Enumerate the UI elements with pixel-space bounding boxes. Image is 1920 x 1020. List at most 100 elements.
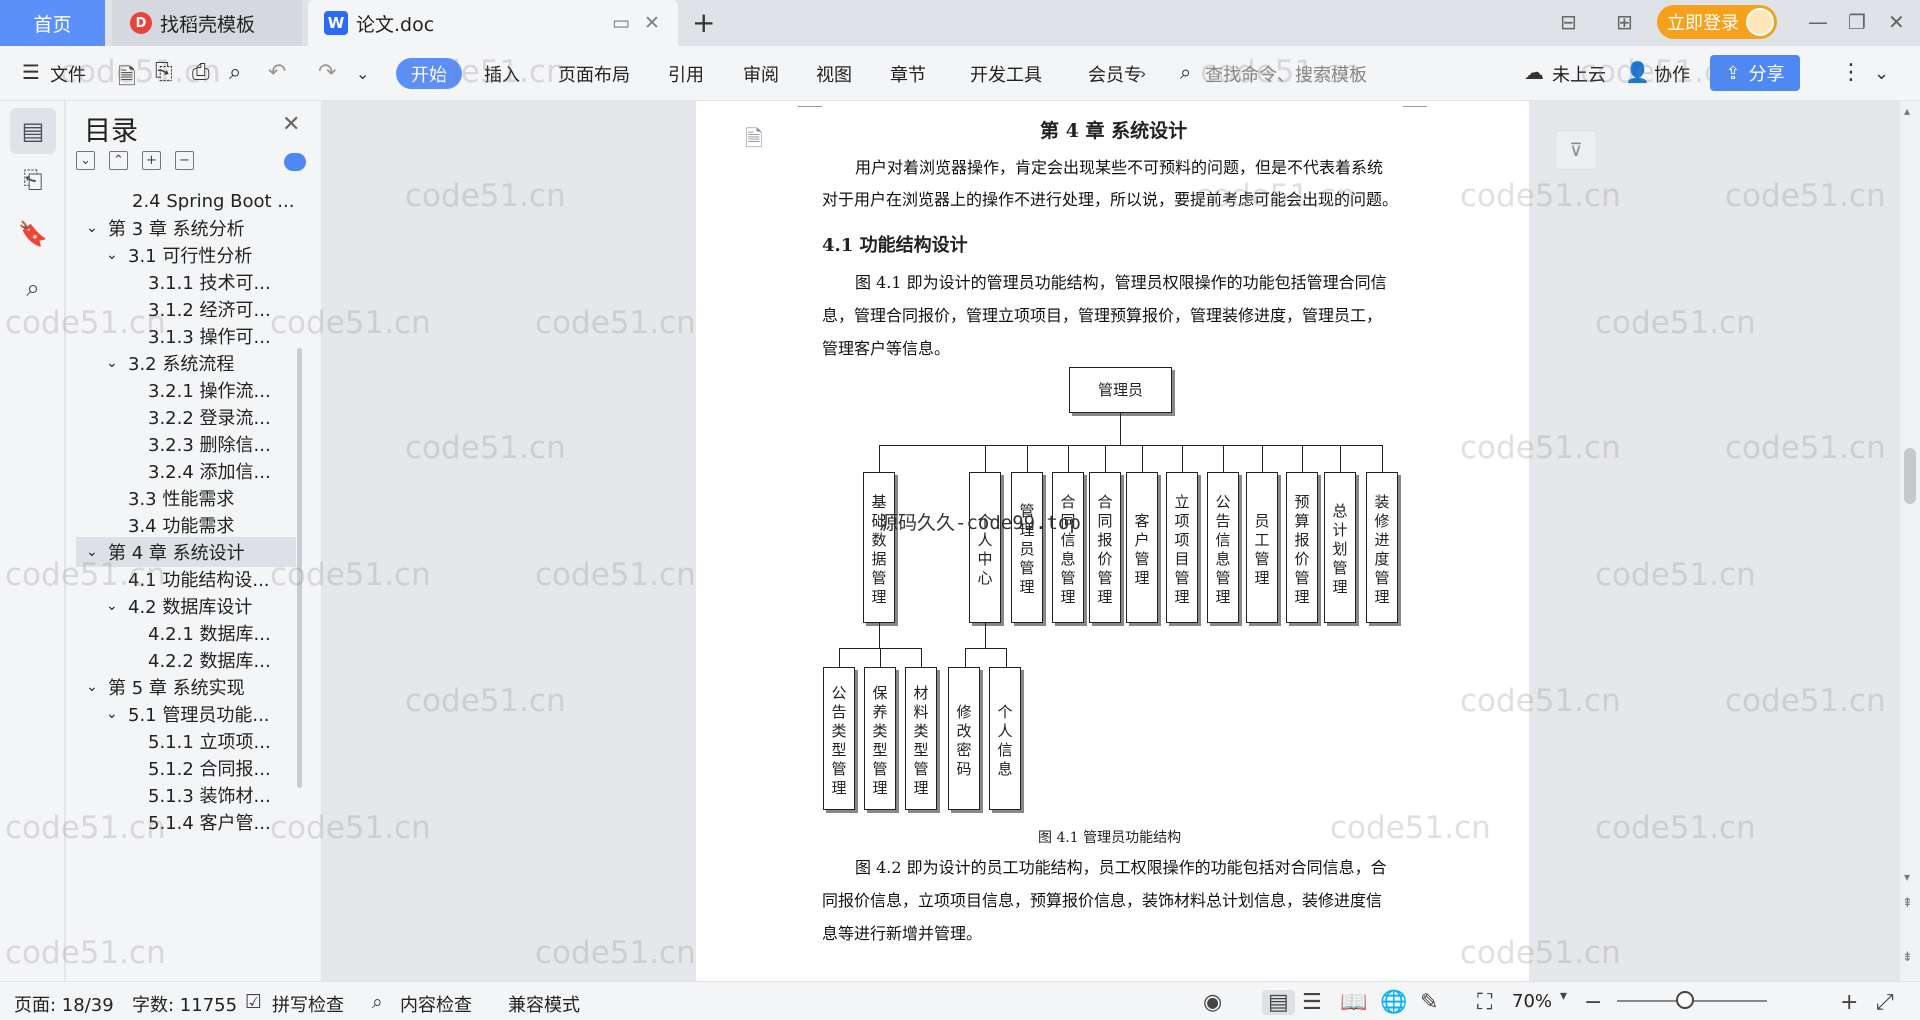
outline-item[interactable]: ⌄ 第 5 章 系统实现 — [70, 672, 302, 702]
outline-item[interactable]: 3.2.4 添加信... — [70, 456, 302, 486]
content-check-button[interactable]: 内容检查 — [400, 991, 472, 1017]
chevron-down-icon[interactable]: ⌄ — [86, 220, 108, 236]
outline-item[interactable]: 3.1.1 技术可... — [70, 267, 302, 297]
chevron-down-icon[interactable]: ⌄ — [106, 355, 128, 371]
expand-all-icon[interactable]: ⌄ — [76, 151, 95, 170]
page-counter[interactable]: 页面: 18/39 — [14, 991, 114, 1017]
tab-home[interactable]: 首页 — [0, 0, 105, 46]
tab-member[interactable]: 会员专 — [1088, 61, 1142, 87]
tab-reference[interactable]: 引用 — [668, 61, 704, 87]
outline-item[interactable]: 3.1.3 操作可... — [70, 321, 302, 351]
grid-apps-icon[interactable]: ⊞ — [1616, 10, 1633, 34]
chevron-down-icon[interactable]: ⌄ — [86, 679, 108, 695]
share-button[interactable]: ⇪ 分享 — [1710, 55, 1800, 91]
fit-page-icon[interactable]: ⛶ — [1477, 990, 1492, 1015]
cloud-status-button[interactable]: 未上云 — [1552, 61, 1606, 87]
eye-protect-icon[interactable]: ◉ — [1203, 990, 1222, 1015]
tab-start[interactable]: 开始 — [396, 58, 462, 89]
reading-view-icon[interactable]: 📖 — [1340, 990, 1367, 1015]
zoom-out-icon[interactable]: − — [1584, 990, 1602, 1015]
outline-item[interactable]: ⌄ 3.2 系统流程 — [70, 348, 302, 378]
bookmark-icon[interactable]: 🔖 — [18, 219, 48, 249]
outline-item[interactable]: ⌄ 3.1 可行性分析 — [70, 240, 302, 270]
outline-item[interactable]: 3.4 功能需求 — [70, 510, 302, 540]
outline-item[interactable]: 3.2.2 登录流... — [70, 402, 302, 432]
outline-item[interactable]: 2.4 Spring Boot ... — [70, 186, 302, 216]
print-preview-icon[interactable]: ⌕ — [229, 60, 241, 85]
outline-item-selected[interactable]: ⌄ 第 4 章 系统设计 — [76, 537, 296, 567]
outline-item[interactable]: 4.1 功能结构设... — [70, 564, 302, 594]
command-search-input[interactable]: 查找命令、搜索模板 — [1205, 61, 1367, 87]
tab-template[interactable]: D 找稻壳模板 — [112, 0, 302, 46]
tab-review[interactable]: 审阅 — [743, 61, 779, 87]
outline-view-toggle-icon[interactable] — [284, 153, 306, 171]
collapse-all-icon[interactable]: ⌃ — [109, 151, 128, 170]
zoom-dropdown-icon[interactable]: ▾ — [1560, 988, 1567, 1004]
add-heading-icon[interactable]: + — [142, 151, 161, 170]
zoom-in-icon[interactable]: + — [1840, 990, 1858, 1015]
zoom-level[interactable]: 70% — [1512, 991, 1552, 1012]
tab-view[interactable]: 视图 — [816, 61, 852, 87]
save-icon[interactable]: 🗎 — [118, 60, 136, 98]
find-icon[interactable]: ⌕ — [18, 273, 48, 303]
chevron-right-icon[interactable]: › — [1140, 64, 1146, 83]
outline-scrollbar[interactable] — [297, 348, 302, 788]
tab-chapter[interactable]: 章节 — [890, 61, 926, 87]
outline-panel-icon[interactable]: ▤ — [10, 108, 56, 154]
prev-page-icon[interactable]: ⇞ — [1902, 896, 1913, 911]
login-button[interactable]: 立即登录 — [1657, 5, 1777, 39]
close-icon[interactable]: ✕ — [282, 112, 300, 137]
outline-item[interactable]: 4.2.1 数据库... — [70, 618, 302, 648]
remove-heading-icon[interactable]: − — [175, 151, 194, 170]
redo-icon[interactable]: ↷ — [318, 60, 336, 85]
outline-item[interactable]: ⌄ 4.2 数据库设计 — [70, 591, 302, 621]
tab-devtools[interactable]: 开发工具 — [970, 61, 1042, 87]
outline-item[interactable]: 3.2.1 操作流... — [70, 375, 302, 405]
chevron-down-icon[interactable]: ⌄ — [106, 598, 128, 614]
print-icon[interactable]: ⎙ — [192, 60, 210, 85]
chevron-down-icon[interactable]: ⌄ — [86, 544, 108, 560]
outline-view-icon[interactable]: ☰ — [1302, 990, 1322, 1015]
export-pdf-icon[interactable]: ⎘ — [155, 60, 173, 85]
chevron-down-icon[interactable]: ⌄ — [356, 64, 369, 83]
outline-item[interactable]: 5.1.1 立项项... — [70, 726, 302, 756]
outline-item[interactable]: 3.2.3 删除信... — [70, 429, 302, 459]
reading-layout-icon[interactable]: ⊟ — [1560, 10, 1577, 34]
page-view-icon[interactable]: ▤ — [1262, 990, 1295, 1015]
tab-monitor-icon[interactable]: ▭ — [612, 12, 630, 34]
outline-item[interactable]: ⌄ 5.1 管理员功能... — [70, 699, 302, 729]
tab-close-icon[interactable]: ✕ — [644, 12, 660, 34]
vertical-scrollbar[interactable] — [1900, 101, 1920, 981]
outline-item[interactable]: 3.3 性能需求 — [70, 483, 302, 513]
fullscreen-icon[interactable]: ⤢ — [1876, 990, 1894, 1015]
word-count[interactable]: 字数: 11755 — [132, 991, 237, 1017]
zoom-slider-knob[interactable] — [1676, 991, 1694, 1009]
document-menu-icon[interactable]: 🗎 — [745, 122, 763, 160]
maximize-icon[interactable]: ❐ — [1848, 10, 1866, 34]
collapse-panel-icon[interactable]: ⊽ — [1555, 130, 1597, 170]
chevron-down-icon[interactable]: ⌄ — [106, 247, 128, 263]
scroll-up-icon[interactable]: ▴ — [1904, 104, 1910, 118]
hamburger-menu-icon[interactable]: ☰ — [22, 60, 40, 84]
outline-item[interactable]: 5.1.4 客户管... — [70, 807, 302, 837]
scroll-down-icon[interactable]: ▾ — [1904, 870, 1910, 884]
chevron-down-icon[interactable]: ⌄ — [106, 706, 128, 722]
outline-item[interactable]: 3.1.2 经济可... — [70, 294, 302, 324]
undo-icon[interactable]: ↶ — [268, 60, 286, 85]
window-close-icon[interactable]: ✕ — [1888, 10, 1905, 34]
tab-insert[interactable]: 插入 — [484, 61, 520, 87]
collab-button[interactable]: 协作 — [1654, 61, 1690, 87]
collapse-ribbon-icon[interactable]: ⌄ — [1874, 63, 1889, 84]
outline-item[interactable]: 4.2.2 数据库... — [70, 645, 302, 675]
web-view-icon[interactable]: 🌐 — [1380, 990, 1407, 1015]
new-tab-button[interactable]: + — [692, 6, 715, 39]
outline-item[interactable]: ⌄ 第 3 章 系统分析 — [70, 213, 302, 243]
file-menu[interactable]: 文件 — [50, 61, 86, 87]
spellcheck-button[interactable]: 拼写检查 — [272, 991, 344, 1017]
minimize-icon[interactable]: — — [1808, 10, 1828, 34]
chapter-nav-icon[interactable]: ⎗ — [18, 165, 48, 195]
tab-page-layout[interactable]: 页面布局 — [558, 61, 630, 87]
write-mode-icon[interactable]: ✎ — [1420, 990, 1438, 1015]
outline-item[interactable]: 5.1.2 合同报... — [70, 753, 302, 783]
more-icon[interactable]: ⋮ — [1840, 60, 1862, 85]
